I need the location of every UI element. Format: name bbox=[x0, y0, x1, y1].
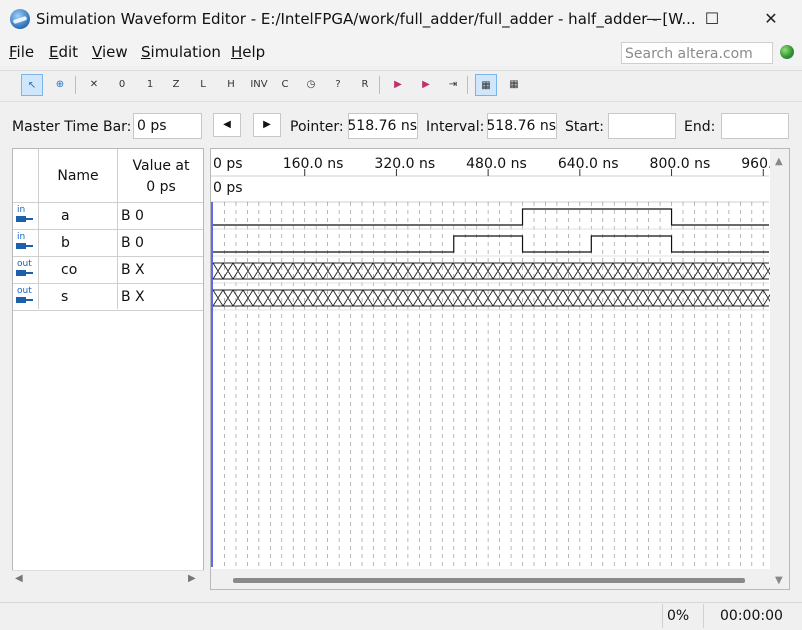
waveform-trace-b bbox=[213, 235, 769, 253]
ruler-label: 800.0 ns bbox=[650, 156, 711, 172]
signal-name[interactable]: b bbox=[61, 235, 70, 251]
menu-edit[interactable]: Edit bbox=[49, 43, 78, 61]
random-value-icon[interactable]: R bbox=[354, 74, 376, 96]
ruler-label: 640.0 ns bbox=[558, 156, 619, 172]
weak-low-icon[interactable]: L bbox=[192, 74, 214, 96]
pin-direction-label: in bbox=[17, 232, 26, 242]
signal-value: B X bbox=[121, 262, 145, 278]
left-horizontal-scrollbar[interactable]: ◀ ▶ bbox=[12, 570, 204, 590]
zoom-icon[interactable]: ⊕ bbox=[49, 74, 71, 96]
elapsed-time: 00:00:00 bbox=[720, 608, 783, 624]
waveform-trace-s bbox=[212, 289, 774, 307]
end-field[interactable] bbox=[721, 113, 789, 139]
minimize-button[interactable]: — bbox=[634, 4, 674, 34]
close-button[interactable]: ✕ bbox=[751, 4, 791, 34]
name-column-header[interactable]: Name bbox=[39, 168, 117, 184]
waveform-trace-a bbox=[213, 208, 769, 226]
interval-label: Interval: bbox=[426, 119, 485, 135]
ruler-label: 0 ps bbox=[213, 156, 243, 172]
value-column-header-time: 0 ps bbox=[146, 179, 176, 195]
scroll-left-icon[interactable]: ◀ bbox=[15, 573, 23, 584]
interval-field: 518.76 ns bbox=[487, 113, 557, 139]
menu-view[interactable]: View bbox=[92, 43, 128, 61]
arbitrary-value-icon[interactable]: ? bbox=[327, 74, 349, 96]
globe-icon[interactable] bbox=[780, 45, 794, 59]
toolbar-separator bbox=[379, 76, 380, 94]
forcing-unknown-icon[interactable]: ✕ bbox=[83, 74, 105, 96]
ruler-label: 160.0 ns bbox=[283, 156, 344, 172]
signal-name[interactable]: a bbox=[61, 208, 70, 224]
run-timing-sim-icon[interactable]: ▶ bbox=[415, 74, 437, 96]
vertical-scrollbar[interactable] bbox=[770, 149, 790, 589]
pointer-label: Pointer: bbox=[290, 119, 344, 135]
menu-simulation[interactable]: Simulation bbox=[141, 43, 221, 61]
row-divider bbox=[13, 256, 203, 257]
scroll-up-icon: ▲ bbox=[775, 156, 783, 167]
toolbar-separator bbox=[75, 76, 76, 94]
toolbar-separator bbox=[467, 76, 468, 94]
weak-high-icon[interactable]: H bbox=[220, 74, 242, 96]
master-time-bar-field[interactable]: 0 ps bbox=[133, 113, 202, 139]
next-transition-button[interactable]: ▶ bbox=[253, 113, 281, 137]
run-functional-sim-icon[interactable]: ▶ bbox=[387, 74, 409, 96]
pin-direction-label: out bbox=[17, 286, 32, 296]
app-icon bbox=[10, 9, 30, 29]
status-divider bbox=[703, 604, 704, 628]
generate-testbench-icon[interactable]: ⇥ bbox=[442, 74, 464, 96]
window-title: Simulation Waveform Editor - E:/IntelFPG… bbox=[36, 10, 696, 28]
pin-direction-label: in bbox=[17, 205, 26, 215]
master-time-bar-label: Master Time Bar: bbox=[12, 119, 132, 135]
forcing-high-icon[interactable]: 1 bbox=[139, 74, 161, 96]
status-divider bbox=[662, 604, 663, 628]
output-pin-icon: out bbox=[16, 286, 34, 307]
select-arrow-icon[interactable]: ↖ bbox=[21, 74, 43, 96]
clock-value-icon[interactable]: ◷ bbox=[300, 74, 322, 96]
scroll-right-icon[interactable]: ▶ bbox=[188, 573, 196, 584]
row-divider bbox=[13, 283, 203, 284]
search-input[interactable]: Search altera.com bbox=[621, 42, 773, 64]
pointer-field: 518.76 ns bbox=[348, 113, 418, 139]
signal-name[interactable]: co bbox=[61, 262, 77, 278]
horizontal-scroll-thumb[interactable] bbox=[233, 578, 745, 583]
signal-value: B X bbox=[121, 289, 145, 305]
signal-value: B 0 bbox=[121, 235, 144, 251]
pin-direction-label: out bbox=[17, 259, 32, 269]
input-pin-icon: in bbox=[16, 232, 34, 253]
count-value-icon[interactable]: C bbox=[274, 74, 296, 96]
row-divider bbox=[13, 310, 203, 311]
end-label: End: bbox=[684, 119, 716, 135]
output-pin-icon: out bbox=[16, 259, 34, 280]
signal-name[interactable]: s bbox=[61, 289, 68, 305]
snap-to-grid-icon[interactable]: ▦ bbox=[475, 74, 497, 96]
start-label: Start: bbox=[565, 119, 604, 135]
signal-list-pane: Name Value at 0 ps in a B 0 in b B 0 out co B X o… bbox=[12, 148, 204, 590]
start-field[interactable] bbox=[608, 113, 676, 139]
waveform-trace-co bbox=[212, 262, 774, 280]
ruler-label: 320.0 ns bbox=[374, 156, 435, 172]
row-divider bbox=[13, 202, 203, 203]
cursor-time-label: 0 ps bbox=[213, 180, 243, 196]
forcing-low-icon[interactable]: 0 bbox=[111, 74, 133, 96]
input-pin-icon: in bbox=[16, 205, 34, 226]
menu-help[interactable]: Help bbox=[231, 43, 265, 61]
maximize-button[interactable]: ☐ bbox=[692, 4, 732, 34]
ruler-label: 480.0 ns bbox=[466, 156, 527, 172]
scroll-down-icon: ▼ bbox=[775, 575, 783, 586]
signal-value: B 0 bbox=[121, 208, 144, 224]
prev-transition-button[interactable]: ◀ bbox=[213, 113, 241, 137]
high-impedance-icon[interactable]: Z bbox=[165, 74, 187, 96]
row-divider bbox=[13, 229, 203, 230]
sort-icon[interactable]: ▦ bbox=[503, 74, 525, 96]
progress-readout: 0% bbox=[667, 608, 690, 624]
menu-file[interactable]: File bbox=[9, 43, 34, 61]
waveform-canvas[interactable]: 0 ps 160.0 ns 320.0 ns 480.0 ns 640.0 ns 800.… bbox=[211, 149, 790, 590]
invert-icon[interactable]: INV bbox=[248, 74, 270, 96]
value-column-header[interactable]: Value at bbox=[118, 158, 204, 174]
waveform-pane[interactable]: 0 ps 160.0 ns 320.0 ns 480.0 ns 640.0 ns 800.… bbox=[210, 148, 790, 590]
